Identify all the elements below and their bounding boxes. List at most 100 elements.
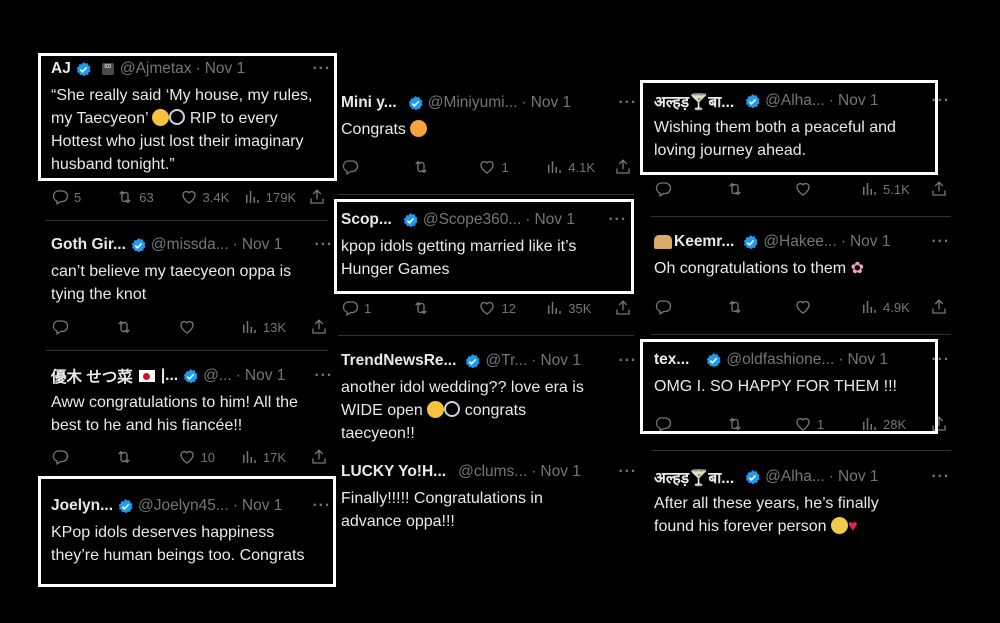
share-button[interactable]: [930, 180, 953, 198]
views-button[interactable]: 4.1K: [545, 158, 614, 176]
views-button[interactable]: 179K: [243, 188, 308, 206]
views-button[interactable]: 4.9K: [860, 298, 930, 316]
tweet-trendnews[interactable]: TrendNewsRe... @Tr... · Nov 1 ··· anothe…: [341, 350, 637, 445]
tweet-line: Congrats: [341, 121, 406, 138]
tweet-goth-girl[interactable]: Goth Gir... @missda... · Nov 1 ··· can’t…: [51, 234, 333, 306]
more-options-icon[interactable]: ···: [315, 236, 334, 254]
author-name[interactable]: Goth Gir...: [51, 236, 126, 254]
tweet-yuki[interactable]: 優木 せつ菜 |... @... · Nov 1 ··· Aww congrat…: [51, 365, 333, 437]
tweet-alhad-2[interactable]: अल्हड़🍸बा... @Alha... · Nov 1 ··· After …: [654, 466, 950, 538]
like-count: 10: [200, 449, 216, 465]
more-options-icon[interactable]: ···: [932, 233, 951, 251]
views-button[interactable]: 17K: [240, 448, 310, 466]
more-options-icon[interactable]: ···: [932, 468, 951, 486]
retweet-button[interactable]: [412, 299, 479, 317]
tweet-line: Aww congratulations to him! All the: [51, 394, 298, 411]
author-handle[interactable]: @Miniyumi...: [428, 94, 518, 112]
like-button[interactable]: 12: [478, 299, 545, 317]
author-handle[interactable]: @clums...: [458, 463, 527, 481]
retweet-button[interactable]: [726, 180, 794, 198]
share-button[interactable]: [614, 299, 637, 317]
retweet-button[interactable]: [726, 298, 794, 316]
retweet-button[interactable]: 63: [116, 188, 179, 206]
tweet-date[interactable]: Nov 1: [540, 352, 581, 370]
like-icon: [180, 188, 198, 206]
share-icon: [310, 448, 328, 466]
retweet-button[interactable]: [115, 448, 177, 466]
view-count: 179K: [265, 189, 297, 205]
share-button[interactable]: [310, 448, 333, 466]
views-icon: [545, 299, 563, 317]
author-handle[interactable]: @Tr...: [485, 352, 527, 370]
share-button[interactable]: [308, 188, 331, 206]
reply-button[interactable]: [341, 158, 412, 176]
retweet-button[interactable]: [115, 318, 177, 336]
author-name[interactable]: TrendNewsRe...: [341, 352, 456, 370]
reply-button[interactable]: 1: [341, 299, 412, 317]
tweet-date[interactable]: Nov 1: [838, 468, 879, 486]
tweet-actions: 1 4.1K: [341, 158, 637, 176]
highlight-box-aj: [38, 53, 337, 181]
more-options-icon[interactable]: ···: [619, 463, 638, 481]
crying-emoji-icon: [427, 401, 445, 418]
share-icon: [614, 158, 632, 176]
author-name[interactable]: LUCKY Yo!H...: [341, 463, 446, 481]
ring-emoji-icon: [444, 401, 461, 417]
tweet-line: congrats: [464, 402, 527, 419]
tweet-line: WIDE open: [341, 402, 423, 419]
like-icon: [178, 318, 196, 336]
japan-flag-icon: [138, 370, 155, 382]
retweet-button[interactable]: [412, 158, 479, 176]
like-icon: [178, 448, 196, 466]
share-button[interactable]: [614, 158, 637, 176]
share-button[interactable]: [310, 318, 333, 336]
reply-icon: [341, 158, 359, 176]
tweet-mini[interactable]: Mini y... @Miniyumi... · Nov 1 ··· Congr…: [341, 92, 637, 141]
share-icon: [310, 318, 328, 336]
reply-button[interactable]: [654, 180, 726, 198]
like-button[interactable]: 10: [178, 448, 240, 466]
tweet-lucky[interactable]: LUCKY Yo!H... @clums... · Nov 1 ··· Fina…: [341, 461, 637, 533]
tweet-date[interactable]: Nov 1: [245, 367, 286, 385]
verified-badge-icon: [130, 237, 147, 254]
tweet-date[interactable]: Nov 1: [850, 233, 891, 251]
tweet-keemr[interactable]: Keemr... @Hakee... · Nov 1 ··· Oh congra…: [654, 231, 950, 280]
like-button[interactable]: [794, 180, 860, 198]
like-button[interactable]: [178, 318, 240, 336]
retweet-icon: [726, 180, 744, 198]
reply-button[interactable]: 5: [51, 188, 116, 206]
retweet-icon: [115, 318, 133, 336]
tweet-line: best to he and his fiancée!!: [51, 417, 243, 434]
author-handle[interactable]: @missda...: [151, 236, 229, 254]
views-button[interactable]: 13K: [240, 318, 310, 336]
retweet-icon: [116, 188, 134, 206]
view-count: 13K: [262, 319, 287, 335]
separator-dot: ·: [232, 236, 238, 253]
reply-button[interactable]: [51, 448, 115, 466]
author-name[interactable]: अल्हड़🍸बा...: [654, 466, 734, 488]
author-handle[interactable]: @Hakee...: [763, 233, 836, 251]
verified-badge-icon: [742, 234, 759, 251]
author-handle[interactable]: @Alha...: [765, 468, 825, 486]
tweet-date[interactable]: Nov 1: [242, 236, 283, 254]
tweet-date[interactable]: Nov 1: [540, 463, 581, 481]
author-name[interactable]: Mini y...: [341, 94, 397, 112]
more-options-icon[interactable]: ···: [619, 352, 638, 370]
tweet-date[interactable]: Nov 1: [531, 94, 572, 112]
like-button[interactable]: 1: [478, 158, 545, 176]
divider: [651, 216, 951, 217]
share-button[interactable]: [930, 298, 953, 316]
more-options-icon[interactable]: ···: [619, 94, 638, 112]
more-options-icon[interactable]: ···: [315, 367, 334, 385]
reply-button[interactable]: [654, 298, 726, 316]
like-button[interactable]: [794, 298, 860, 316]
author-name[interactable]: Keemr...: [674, 233, 734, 251]
like-button[interactable]: 3.4K: [180, 188, 243, 206]
reply-button[interactable]: [51, 318, 115, 336]
views-button[interactable]: 5.1K: [860, 180, 930, 198]
author-name[interactable]: 優木 せつ菜: [51, 365, 133, 387]
tweet-text: Finally!!!!! Congratulations in advance …: [341, 487, 637, 533]
author-handle[interactable]: @...: [203, 367, 232, 385]
tweet-line: Finally!!!!! Congratulations in: [341, 490, 543, 507]
views-button[interactable]: 35K: [545, 299, 614, 317]
